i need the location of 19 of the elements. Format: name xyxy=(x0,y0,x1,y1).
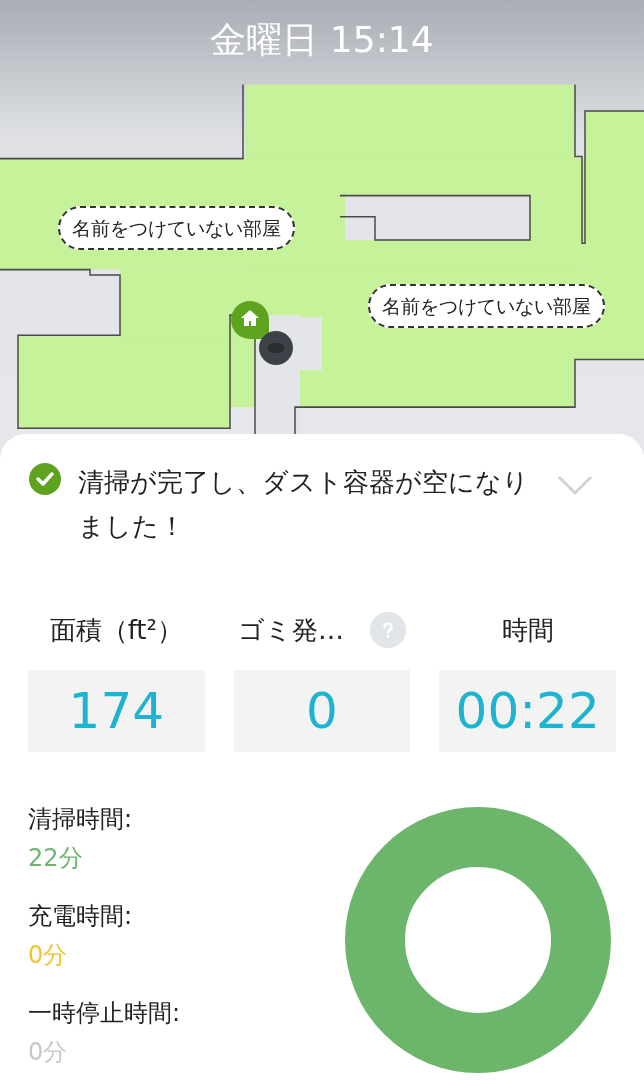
header-title: 金曜日 15:14 xyxy=(210,18,434,62)
legend-label: 一時停止時間: xyxy=(28,998,181,1029)
status-message: 清掃が完了し、ダスト容器が空になりました！ xyxy=(78,466,530,543)
legend-value: 22分 xyxy=(28,843,84,874)
room-label[interactable]: 名前をつけていない部屋 xyxy=(58,206,295,250)
legend-label: 充電時間: xyxy=(28,901,134,932)
help-icon[interactable] xyxy=(370,612,406,648)
chevron-down-icon[interactable] xyxy=(556,474,594,496)
legend-value: 0分 xyxy=(28,940,69,971)
legend-label: 清掃時間: xyxy=(28,804,134,835)
robot-icon xyxy=(258,330,294,366)
stat-label: 面積（ft²） xyxy=(49,613,183,647)
stat-label: 時間 xyxy=(501,613,554,647)
stat-value: 174 xyxy=(28,670,205,752)
home-base-icon xyxy=(229,299,271,341)
stat-value: 0 xyxy=(233,670,411,752)
stat-label: ゴミ発… xyxy=(238,613,344,647)
stat-value: 00:22 xyxy=(439,670,616,752)
room-label[interactable]: 名前をつけていない部屋 xyxy=(368,284,605,328)
